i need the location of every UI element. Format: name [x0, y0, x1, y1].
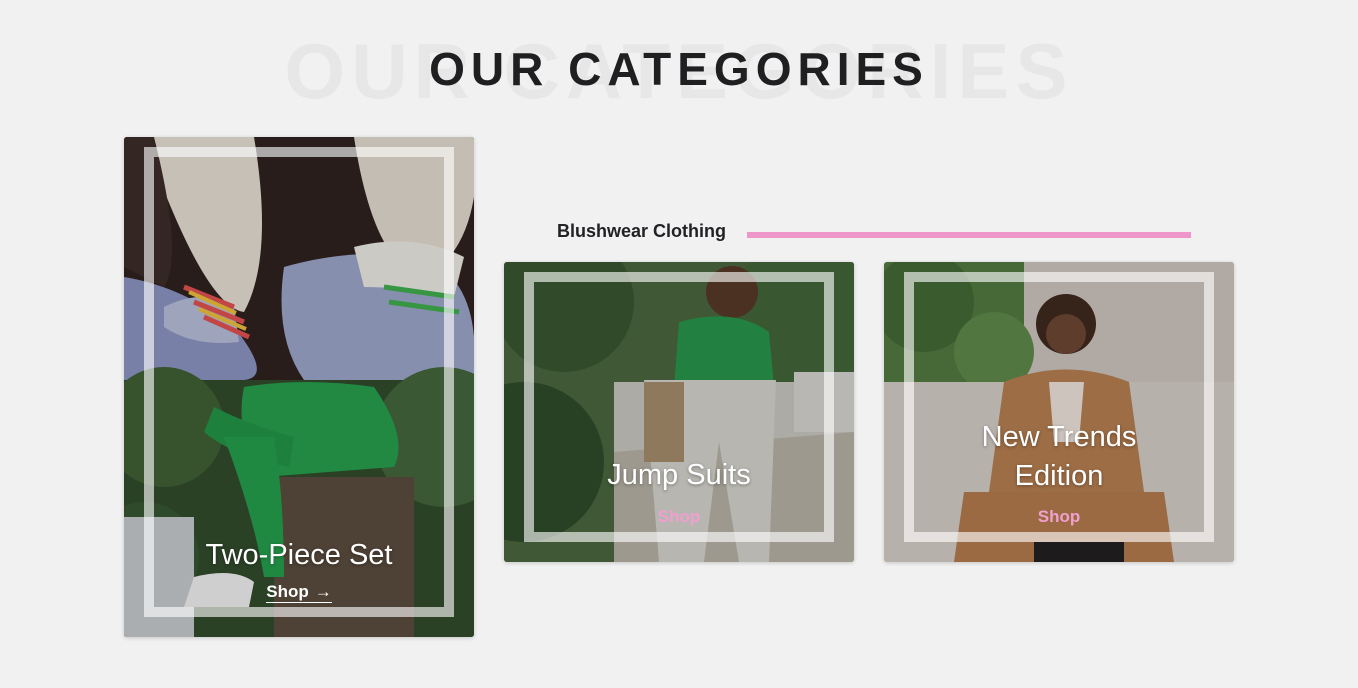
- arrow-right-icon: →: [314, 582, 332, 601]
- category-card-two-piece-set[interactable]: Two-Piece Set Shop →: [124, 137, 474, 637]
- category-title: New Trends Edition: [981, 421, 1137, 492]
- section-title: OUR CATEGORIES: [429, 43, 929, 95]
- categories-section: OUR CATEGORIES OUR CATEGORIES Two-Piece …: [0, 0, 1358, 688]
- brand-accent-line: [747, 232, 1191, 238]
- category-title: Jump Suits: [607, 459, 751, 491]
- shop-link-new-trends[interactable]: Shop: [1038, 507, 1081, 526]
- shop-link-jump-suits[interactable]: Shop: [658, 507, 701, 526]
- brand-label: Blushwear Clothing: [557, 221, 727, 241]
- shop-link-container: Shop: [884, 507, 1234, 527]
- category-title: Two-Piece Set: [205, 539, 393, 571]
- section-heading: OUR CATEGORIES OUR CATEGORIES: [0, 20, 1358, 120]
- shop-label: Shop: [266, 582, 309, 601]
- shop-link-container: Shop: [504, 507, 854, 527]
- shop-link-two-piece-set[interactable]: Shop →: [266, 582, 332, 603]
- card-inner-frame: [904, 272, 1214, 542]
- category-card-new-trends[interactable]: New Trends Edition Shop: [884, 262, 1234, 562]
- brand-row: Blushwear Clothing: [557, 221, 1191, 245]
- card-inner-frame: [524, 272, 834, 542]
- shop-link-container: Shop →: [124, 582, 474, 603]
- category-card-jump-suits[interactable]: Jump Suits Shop: [504, 262, 854, 562]
